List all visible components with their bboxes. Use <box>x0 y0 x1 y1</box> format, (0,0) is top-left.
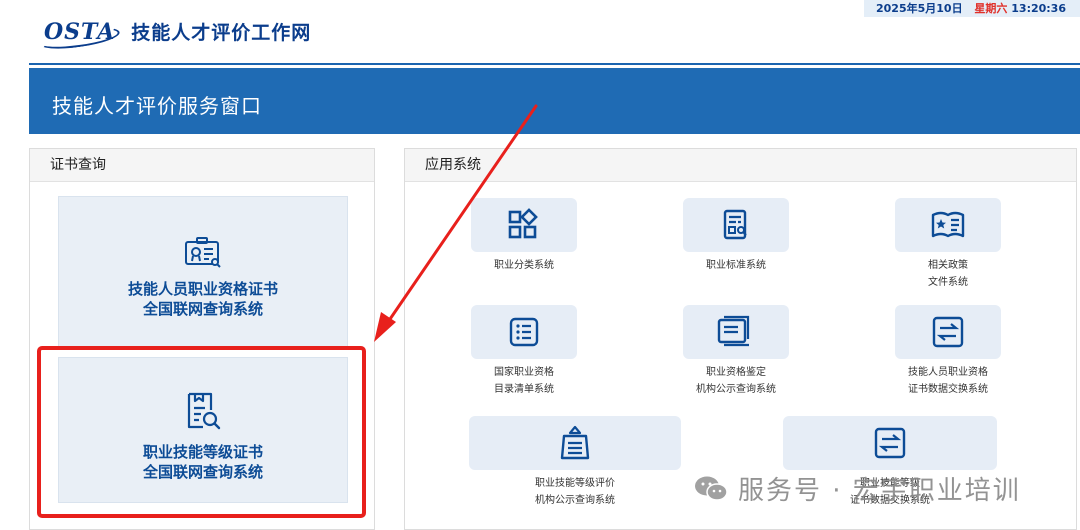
wechat-icon <box>695 476 728 501</box>
wechat-watermark: 服务号 · 宏宇职业培训 <box>694 470 1021 507</box>
watermark-text: 服务号 · 宏宇职业培训 <box>738 476 1021 506</box>
annotation-arrow-icon <box>374 104 538 342</box>
